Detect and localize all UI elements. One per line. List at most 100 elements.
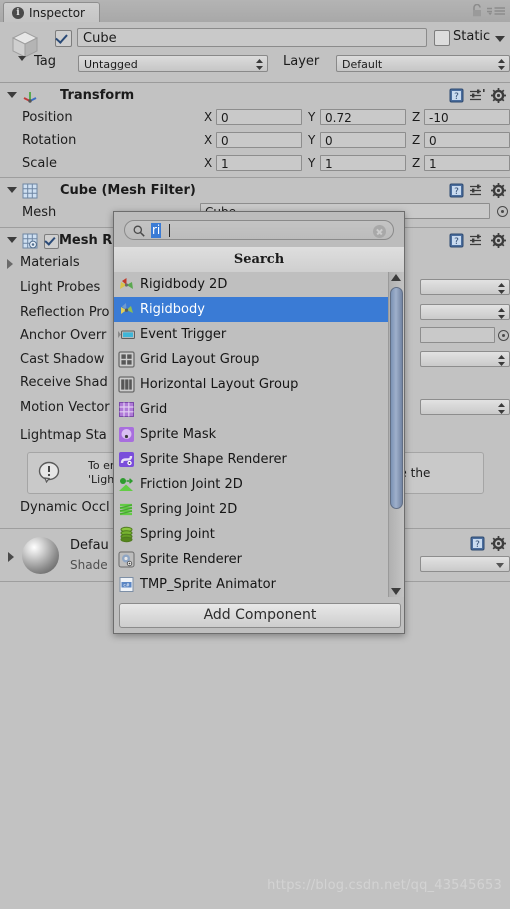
object-active-checkbox[interactable] — [55, 30, 72, 47]
layer-label: Layer — [283, 54, 320, 69]
anchor-override-picker-icon[interactable] — [498, 330, 509, 341]
layer-value: Default — [342, 58, 383, 71]
preset-sliders-icon[interactable] — [470, 89, 485, 102]
motion-vectors-dropdown[interactable] — [420, 399, 510, 415]
object-name-input[interactable]: Cube — [77, 28, 427, 47]
position-x-input[interactable]: 0 — [216, 109, 302, 125]
list-item[interactable]: Horizontal Layout Group — [114, 372, 389, 397]
list-item[interactable]: Sprite Shape Renderer — [114, 447, 389, 472]
help-book-icon[interactable]: ? — [449, 183, 464, 198]
scroll-down-arrow-icon[interactable] — [391, 588, 401, 595]
tag-dropdown[interactable]: Untagged — [78, 55, 268, 72]
preset-sliders-icon[interactable] — [470, 234, 485, 247]
list-item-label: Spring Joint — [140, 527, 215, 542]
scale-z-input[interactable]: 1 — [424, 155, 510, 171]
sprite-mask-icon — [119, 427, 134, 442]
mesh-object-picker-icon[interactable] — [497, 206, 508, 217]
svg-text:?: ? — [454, 187, 459, 197]
list-item-rigidbody[interactable]: Rigidbody — [114, 297, 404, 322]
help-book-icon[interactable]: ? — [449, 88, 464, 103]
material-name: Defau — [70, 538, 109, 553]
svg-text:?: ? — [454, 92, 459, 102]
foldout-arrow-icon[interactable] — [7, 237, 17, 243]
list-item-label: Spring Joint 2D — [140, 502, 238, 517]
gear-icon[interactable] — [491, 233, 506, 248]
clear-circle-icon[interactable] — [373, 225, 386, 238]
scale-x-input[interactable]: 1 — [216, 155, 302, 171]
scrollbar-thumb[interactable] — [390, 287, 403, 509]
list-item[interactable]: Friction Joint 2D — [114, 472, 389, 497]
cast-shadows-dropdown[interactable] — [420, 351, 510, 367]
tab-inspector[interactable]: i Inspector — [3, 2, 100, 23]
hamburger-menu-icon[interactable] — [487, 7, 505, 16]
rotation-z-input[interactable]: 0 — [424, 132, 510, 148]
anchor-override-object-field[interactable] — [420, 327, 495, 343]
list-item-label: TMP_Sprite Animator — [140, 577, 276, 592]
position-y-input[interactable]: 0.72 — [320, 109, 406, 125]
axis-x-label: X — [204, 133, 213, 147]
component-list-scrollbar[interactable] — [388, 272, 404, 597]
materials-foldout-icon[interactable] — [7, 259, 13, 269]
static-label: Static — [453, 29, 491, 44]
list-item-label: Grid — [140, 402, 168, 417]
help-book-icon[interactable]: ? — [470, 536, 485, 551]
static-checkbox[interactable] — [434, 30, 450, 46]
scroll-up-arrow-icon[interactable] — [391, 274, 401, 281]
search-input[interactable]: ri — [124, 220, 394, 240]
axis-z-label: Z — [412, 156, 421, 170]
material-header-icons: ? — [470, 536, 506, 551]
list-item[interactable]: Grid — [114, 397, 389, 422]
static-dropdown-arrow-icon[interactable] — [495, 36, 505, 42]
component-header-transform[interactable]: Transform ? — [0, 85, 510, 106]
list-item[interactable]: Spring Joint — [114, 522, 389, 547]
component-list: Rigidbody 2D Rigidbody Event Trigger Gri… — [114, 272, 404, 597]
material-foldout-icon[interactable] — [8, 552, 14, 562]
position-z-input[interactable]: -10 — [424, 109, 510, 125]
material-shader-label: Shade — [70, 558, 108, 572]
list-item[interactable]: Grid Layout Group — [114, 347, 389, 372]
add-component-button[interactable]: Add Component — [119, 603, 401, 628]
list-item[interactable]: Event Trigger — [114, 322, 389, 347]
text-caret — [169, 224, 170, 237]
gear-icon[interactable] — [491, 536, 506, 551]
axis-x-label: X — [204, 156, 213, 170]
preset-sliders-icon[interactable] — [470, 184, 485, 197]
mesh-renderer-enabled-checkbox[interactable] — [44, 234, 59, 249]
receive-shadows-label: Receive Shad — [20, 375, 108, 390]
list-item-label: Sprite Mask — [140, 427, 217, 442]
light-probes-dropdown[interactable] — [420, 279, 510, 295]
list-item-label: Event Trigger — [140, 327, 227, 342]
lock-icon[interactable] — [471, 4, 483, 17]
grid-layout-group-icon — [118, 351, 135, 368]
foldout-arrow-icon[interactable] — [7, 92, 17, 98]
list-item-label: Rigidbody 2D — [140, 277, 228, 292]
help-book-icon[interactable]: ? — [449, 233, 464, 248]
axis-y-label: Y — [308, 110, 316, 124]
scale-y-input[interactable]: 1 — [320, 155, 406, 171]
reflection-probes-dropdown[interactable] — [420, 304, 510, 320]
chevron-down-icon — [496, 563, 504, 568]
layer-dropdown[interactable]: Default — [336, 55, 510, 72]
gear-icon[interactable] — [491, 183, 506, 198]
rotation-x-input[interactable]: 0 — [216, 132, 302, 148]
gear-icon[interactable] — [491, 88, 506, 103]
list-item[interactable]: Sprite Mask — [114, 422, 389, 447]
list-item[interactable]: c# TMP_Sprite Animator — [114, 572, 389, 597]
foldout-arrow-icon[interactable] — [7, 187, 17, 193]
list-item[interactable]: Rigidbody 2D — [114, 272, 389, 297]
tag-label: Tag — [34, 54, 57, 69]
list-item[interactable]: Spring Joint 2D — [114, 497, 389, 522]
list-item-label: Horizontal Layout Group — [140, 377, 299, 392]
tab-inspector-label: Inspector — [29, 6, 85, 20]
rigidbody-icon — [121, 303, 133, 314]
list-item[interactable]: Sprite Renderer — [114, 547, 389, 572]
svg-text:?: ? — [475, 540, 480, 550]
component-header-icons: ? — [449, 233, 506, 248]
cast-shadows-label: Cast Shadow — [20, 352, 105, 367]
list-item-label: Friction Joint 2D — [140, 477, 243, 492]
rotation-y-input[interactable]: 0 — [320, 132, 406, 148]
divider — [0, 177, 510, 178]
tmp-sprite-animator-icon: c# — [119, 577, 134, 592]
component-header-mesh-filter[interactable]: Cube (Mesh Filter) ? — [0, 180, 510, 201]
shader-dropdown[interactable] — [420, 556, 510, 572]
